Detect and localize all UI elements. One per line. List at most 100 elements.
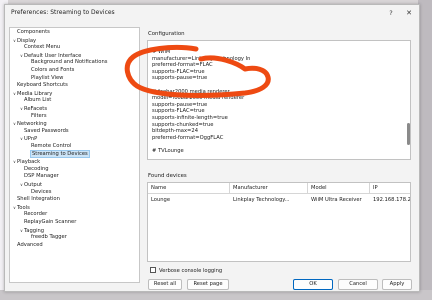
- tree-item[interactable]: Context Menu: [19, 44, 60, 51]
- tree-item-label: Advanced: [17, 241, 43, 248]
- tree-item-label: Keyboard Shortcuts: [17, 82, 68, 89]
- column-header-name[interactable]: Name: [148, 183, 230, 194]
- column-header-manufacturer[interactable]: Manufacturer: [230, 183, 308, 194]
- preferences-tree[interactable]: Components ∨Display Context Menu ∨Default U…: [9, 27, 140, 283]
- tree-item[interactable]: Filters: [26, 113, 47, 120]
- config-line: manufacturer=Linkplay Technology In: [152, 55, 251, 62]
- tree-item-label: ReplayGain Scanner: [24, 219, 77, 225]
- tree-item[interactable]: ∨Display: [12, 37, 36, 44]
- config-line: # WiiM: [152, 49, 171, 55]
- tree-item[interactable]: Album List: [19, 97, 51, 104]
- tree-item-label: freedb Tagger: [31, 234, 67, 241]
- config-line: supports-chunked=true: [152, 121, 214, 128]
- tree-item-label: Background and Notifications: [31, 59, 108, 66]
- tree-item-label: Shell Integration: [17, 196, 60, 203]
- verbose-logging-label: Verbose console logging: [159, 268, 223, 274]
- device-ip-cell: 192.168.178.23: [373, 197, 411, 203]
- tree-item[interactable]: freedb Tagger: [26, 234, 67, 241]
- background-window-right: [418, 0, 432, 300]
- tree-item-label: Saved Passwords: [24, 127, 69, 134]
- tree-item[interactable]: Saved Passwords: [19, 128, 69, 135]
- tree-item-label: Default User Interface: [24, 52, 82, 59]
- config-line: model=foobar2000 media renderer: [152, 95, 245, 102]
- tree-item[interactable]: Components: [12, 29, 50, 36]
- tree-item-label: DSP Manager: [24, 173, 59, 180]
- config-line: preferred-format=FLAC: [152, 62, 213, 69]
- tree-item[interactable]: ∨Tagging: [19, 227, 44, 234]
- config-line: # TVLounge: [152, 148, 184, 154]
- tree-item-label: Networking: [17, 121, 47, 128]
- cancel-button[interactable]: Cancel: [338, 279, 378, 290]
- tree-item[interactable]: ∨UPnP: [19, 135, 37, 142]
- window-title: Preferences: Streaming to Devices: [11, 9, 115, 16]
- tree-item-label: Devices: [31, 188, 52, 195]
- tree-item-label: Media Library: [17, 90, 53, 97]
- preferences-dialog: Preferences: Streaming to Devices ? ✕ Co…: [4, 4, 420, 292]
- config-line: preferred-format=OggFLAC: [152, 134, 224, 141]
- apply-button[interactable]: Apply: [382, 279, 412, 290]
- configuration-scrollbar[interactable]: [406, 41, 410, 159]
- tree-item[interactable]: ∨Output: [19, 181, 42, 188]
- tree-item-label: Recorder: [24, 211, 48, 218]
- tree-item[interactable]: ∨ReFacets: [19, 105, 47, 112]
- tree-item[interactable]: Streaming to Devices: [26, 149, 90, 158]
- reset-page-button[interactable]: Reset page: [187, 279, 229, 290]
- tree-item[interactable]: Shell Integration: [12, 196, 60, 203]
- tree-item-label: Decoding: [24, 165, 49, 172]
- tree-item-label: Filters: [31, 112, 47, 119]
- tree-item[interactable]: Keyboard Shortcuts: [12, 82, 68, 89]
- tree-item[interactable]: ∨Playback: [12, 158, 40, 165]
- tree-item-label: Tagging: [24, 227, 45, 234]
- tree-item-label: ReFacets: [24, 106, 48, 112]
- close-button[interactable]: ✕: [404, 8, 414, 18]
- tree-item[interactable]: Colors and Fonts: [26, 67, 74, 74]
- tree-item[interactable]: Advanced: [12, 242, 43, 249]
- config-line: supports-pause=true: [152, 101, 208, 108]
- tree-item[interactable]: ∨Networking: [12, 120, 47, 127]
- device-name-cell: Lounge: [151, 197, 171, 203]
- found-devices-label: Found devices: [148, 173, 187, 179]
- title-bar: Preferences: Streaming to Devices ? ✕: [5, 5, 419, 21]
- verbose-logging-checkbox[interactable]: Verbose console logging: [150, 267, 222, 274]
- tree-item[interactable]: ∨Default User Interface: [19, 52, 81, 59]
- tree-item-label: Album List: [24, 97, 52, 104]
- tree-item-label: Context Menu: [24, 44, 61, 51]
- tree-item-label: Display: [17, 37, 37, 44]
- tree-item-label: Playlist View: [31, 74, 64, 81]
- tree-item-label: Components: [17, 29, 50, 35]
- tree-item-label: Remote Control: [31, 143, 72, 149]
- column-header-model[interactable]: Model: [308, 183, 370, 194]
- tree-item[interactable]: ReplayGain Scanner: [19, 219, 76, 226]
- configuration-label: Configuration: [148, 31, 185, 37]
- found-devices-table[interactable]: Name Manufacturer Model IP Lounge Linkpl…: [147, 182, 411, 262]
- tree-item[interactable]: Playlist View: [26, 75, 63, 82]
- device-model-cell: WiiM Ultra Receiver: [311, 197, 362, 203]
- configuration-textarea[interactable]: # TVLounge preferred-format=OggFLAC bitdep…: [147, 40, 411, 160]
- config-line: supports-FLAC=true: [152, 68, 205, 75]
- tree-item[interactable]: DSP Manager: [19, 173, 59, 180]
- tree-item[interactable]: Recorder: [19, 211, 47, 218]
- config-line: # foobar2000 media renderer: [152, 88, 230, 95]
- tree-item-label: Playback: [17, 159, 41, 166]
- tree-item[interactable]: Devices: [26, 189, 51, 196]
- scrollbar-thumb[interactable]: [407, 123, 410, 145]
- tree-item[interactable]: ∨Tools: [12, 204, 30, 211]
- tree-item-label: Streaming to Devices: [30, 149, 90, 158]
- checkbox-box[interactable]: [150, 267, 156, 273]
- config-line: supports-FLAC=true: [152, 108, 205, 115]
- help-button[interactable]: ?: [386, 8, 396, 18]
- column-header-ip[interactable]: IP: [370, 183, 410, 194]
- config-line: bitdepth-max=24: [152, 128, 198, 135]
- tree-item-label: UPnP: [24, 136, 38, 143]
- tree-item[interactable]: Background and Notifications: [26, 59, 107, 66]
- reset-all-button[interactable]: Reset all: [148, 279, 182, 290]
- tree-item-label: Tools: [17, 204, 30, 211]
- tree-item[interactable]: ∨Media Library: [12, 90, 52, 97]
- config-line: supports-pause=true: [152, 75, 208, 82]
- tree-item-label: Output: [24, 182, 43, 188]
- device-manufacturer-cell: Linkplay Technology...: [233, 197, 290, 203]
- ok-button[interactable]: OK: [293, 279, 333, 290]
- tree-item[interactable]: Remote Control: [26, 143, 71, 150]
- tree-item[interactable]: Decoding: [19, 166, 49, 173]
- config-line: supports-infinite-length=true: [152, 115, 228, 121]
